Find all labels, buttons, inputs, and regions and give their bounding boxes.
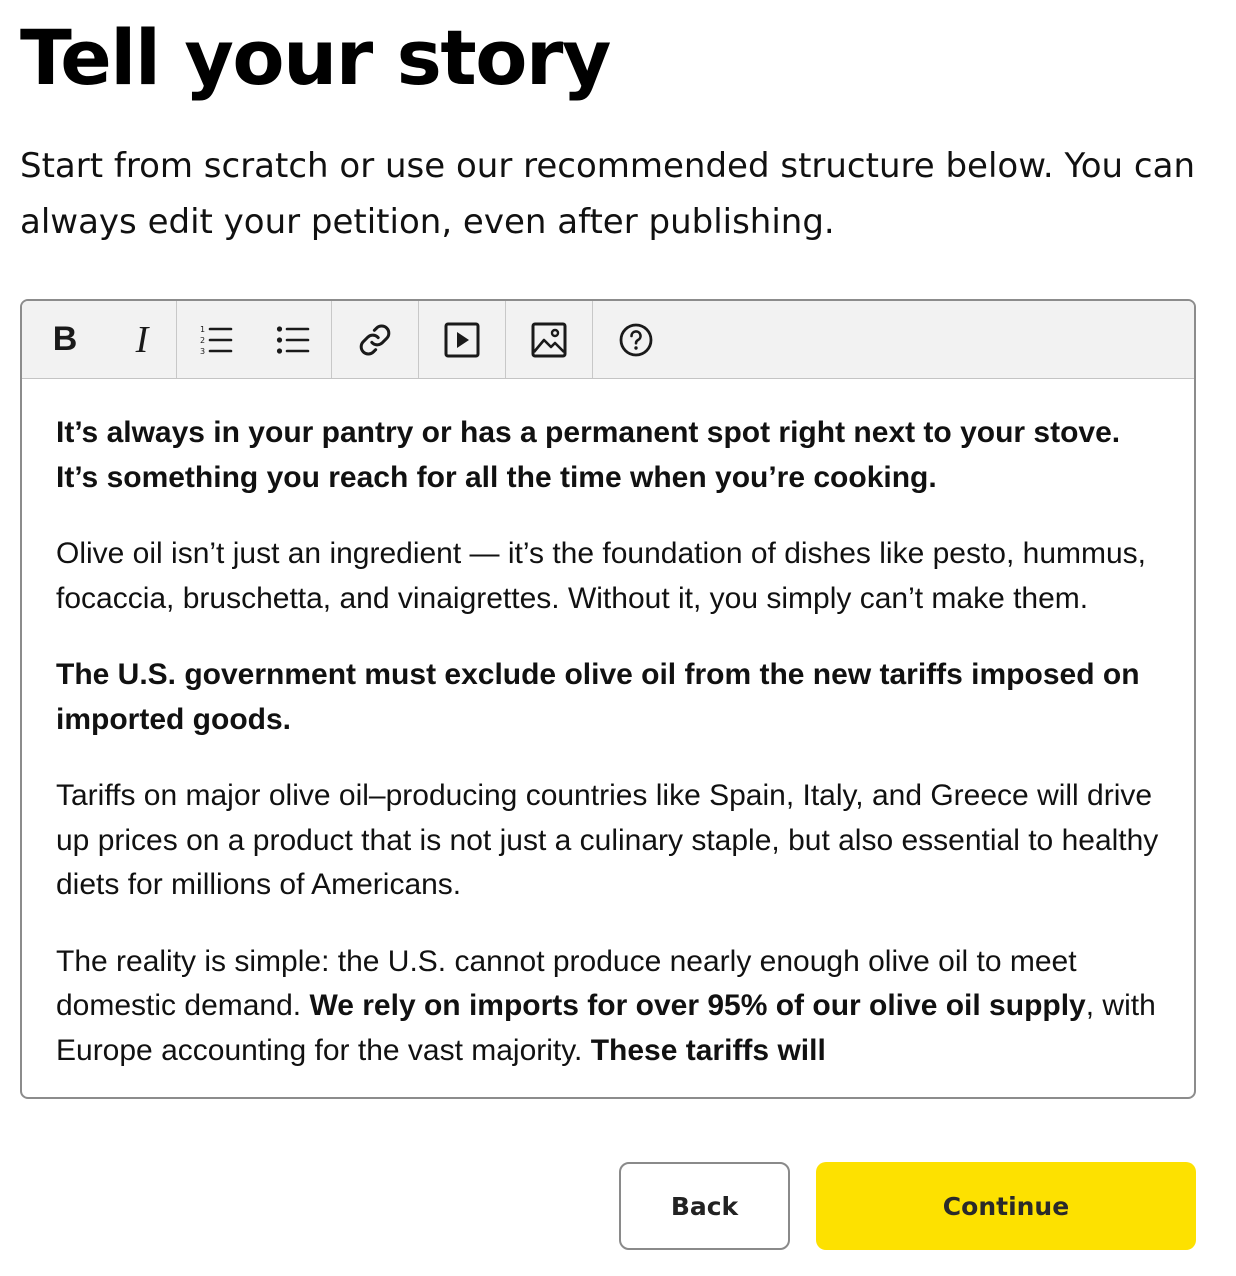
bold-icon: B: [52, 320, 78, 358]
video-group: [419, 301, 506, 378]
paragraph: Tariffs on major olive oil–producing cou…: [56, 779, 1159, 901]
back-button[interactable]: Back: [619, 1162, 790, 1250]
paragraph-bold-text: These tariffs will: [590, 1033, 826, 1067]
svg-text:3: 3: [200, 347, 205, 356]
svg-text:1: 1: [200, 325, 205, 334]
paragraph: It’s always in your pantry or has a perm…: [56, 411, 1160, 500]
paragraph-bold-text: We rely on imports for over 95% of our o…: [309, 989, 1086, 1022]
format-group: B I: [22, 301, 177, 378]
numbered-list-button[interactable]: 1 2 3: [177, 301, 255, 379]
editor-content[interactable]: It’s always in your pantry or has a perm…: [22, 379, 1194, 1097]
paragraph-bold-text: The U.S. government must exclude olive o…: [56, 658, 1140, 736]
help-group: [593, 301, 679, 378]
link-icon: [359, 324, 391, 355]
story-editor[interactable]: B I 1 2 3 It’s always in your pantry or …: [20, 299, 1196, 1099]
intro-text: Start from scratch or use our recommende…: [20, 146, 1195, 242]
italic-icon: I: [135, 318, 149, 361]
list-group: 1 2 3: [177, 301, 332, 378]
paragraph: Olive oil isn’t just an ingredient — it’…: [56, 537, 1147, 615]
paragraph-bold-text: It’s always in your pantry or has a perm…: [56, 416, 1121, 494]
image-button[interactable]: [506, 301, 592, 379]
svg-text:2: 2: [200, 336, 205, 345]
paragraph: The reality is simple: the U.S. cannot p…: [56, 940, 1160, 1074]
image-group: [506, 301, 593, 378]
link-button[interactable]: [332, 301, 418, 379]
video-button[interactable]: [419, 301, 505, 379]
page-title: Tell your story: [20, 13, 611, 102]
bold-button[interactable]: B: [22, 301, 108, 379]
continue-button[interactable]: Continue: [816, 1162, 1196, 1250]
link-group: [332, 301, 419, 378]
numbered-list-icon: 1 2 3: [200, 325, 233, 356]
help-icon: [619, 323, 653, 356]
help-button[interactable]: [593, 301, 679, 379]
video-icon: [444, 322, 480, 357]
italic-button[interactable]: I: [108, 301, 176, 379]
bulleted-list-icon: [276, 325, 310, 354]
editor-toolbar: B I 1 2 3: [22, 301, 1194, 379]
image-icon: [531, 322, 567, 357]
bulleted-list-button[interactable]: [255, 301, 331, 379]
paragraph: The U.S. government must exclude olive o…: [56, 653, 1160, 742]
